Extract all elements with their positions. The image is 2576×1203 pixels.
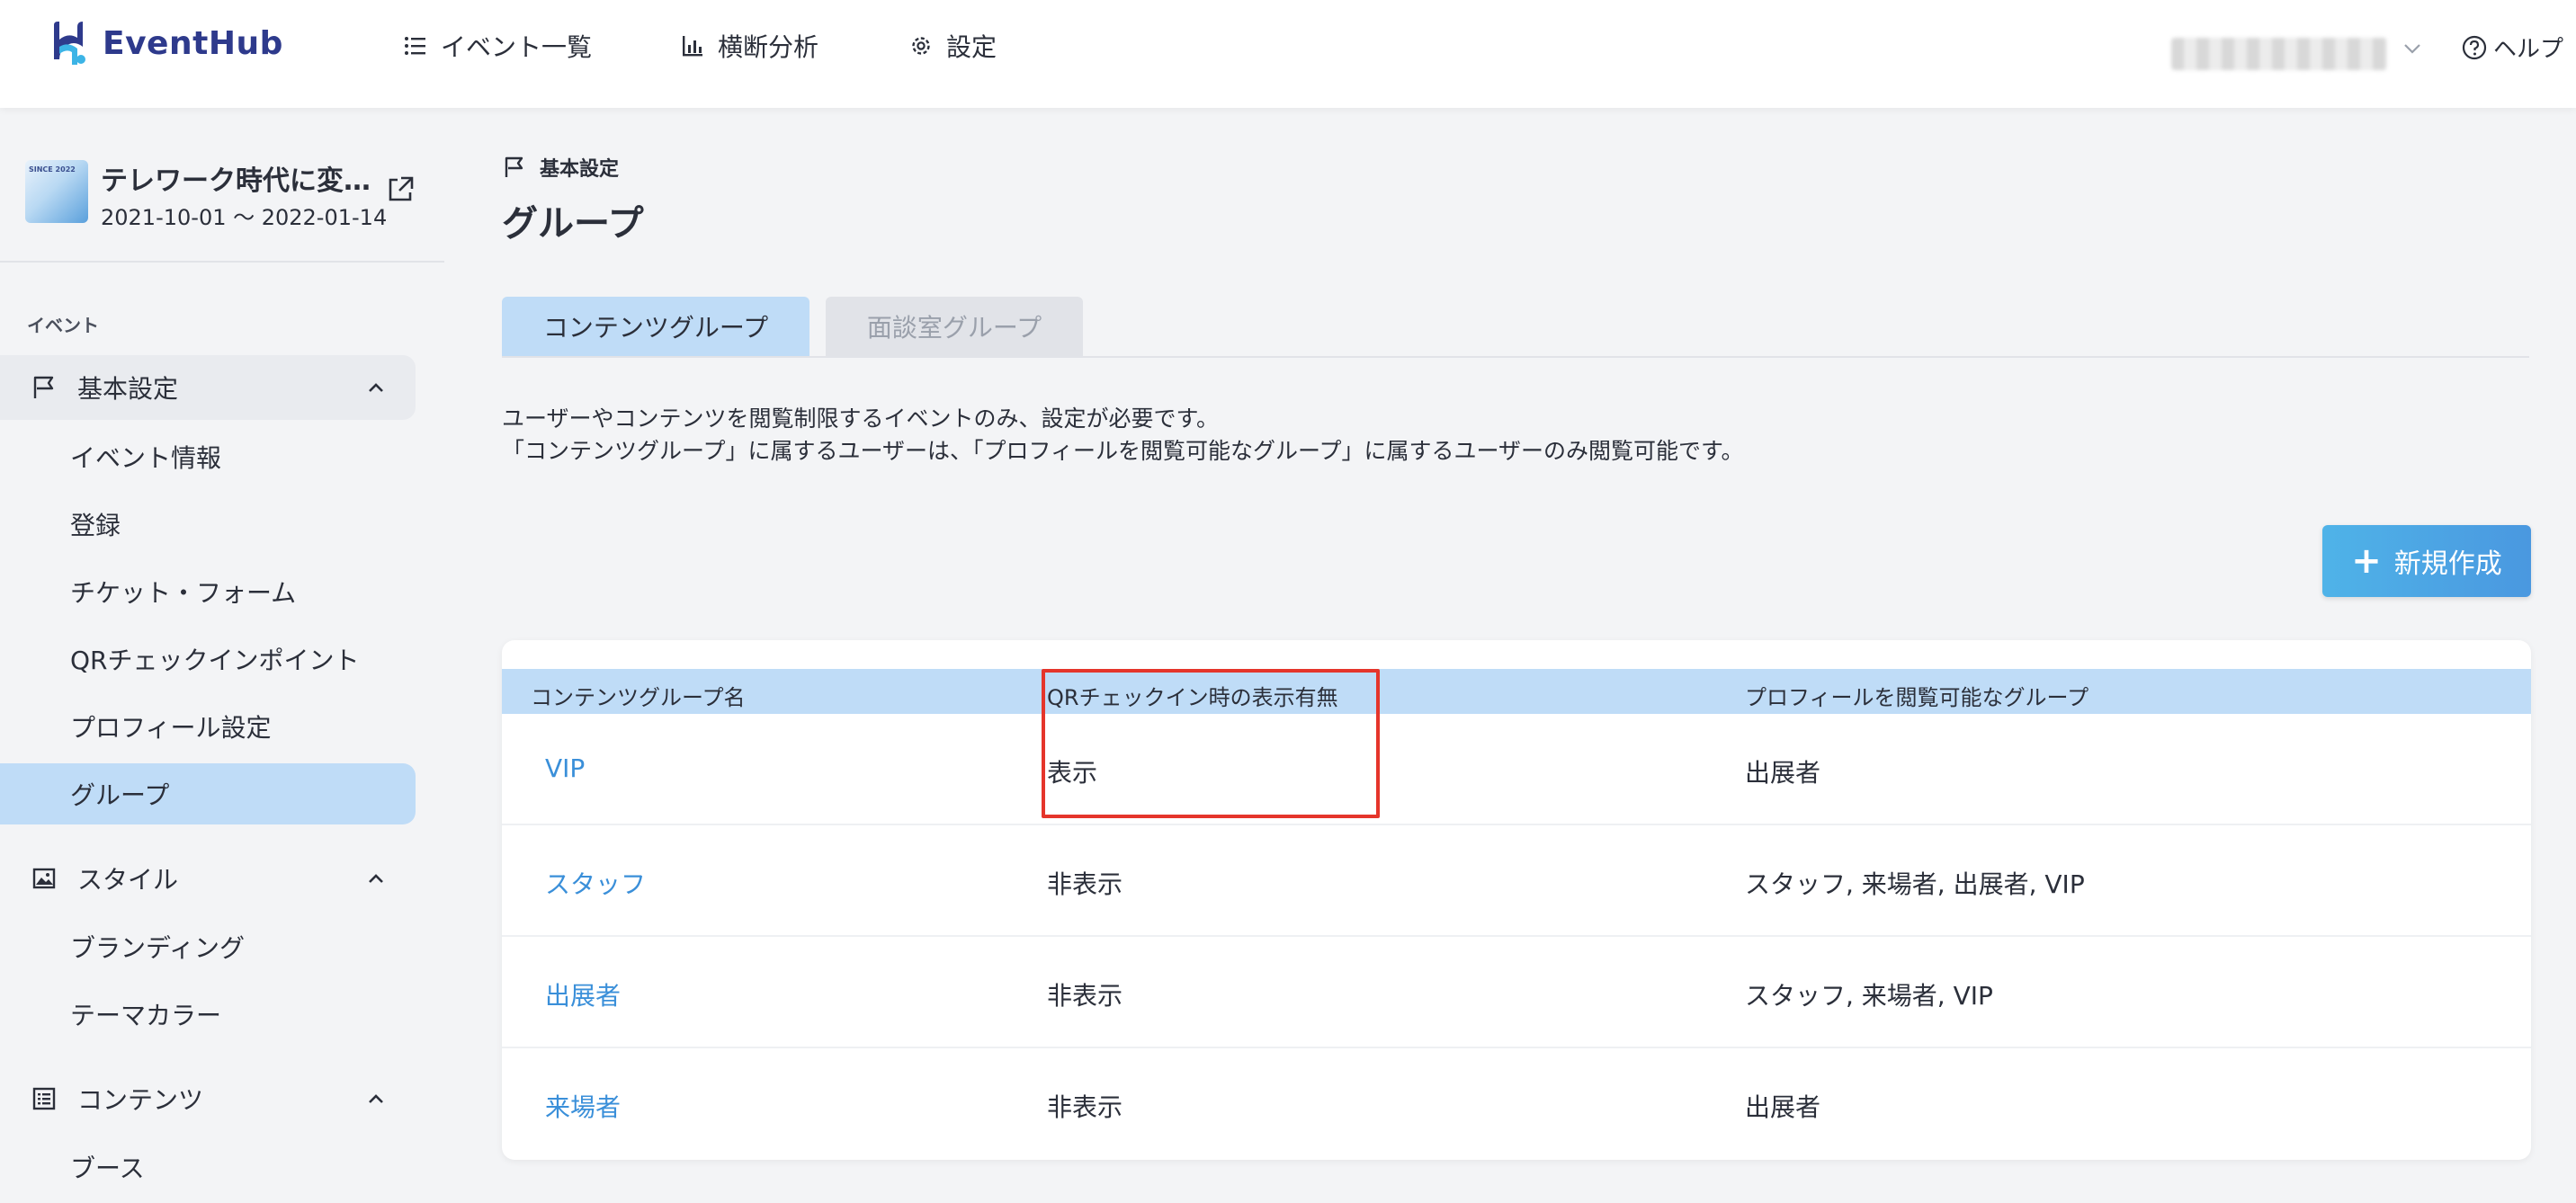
table-row: VIP 表示 出展者 [502,714,2531,825]
event-title: テレワーク時代に変… [101,165,371,197]
sidebar-item-label: 登録 [70,511,121,540]
chevron-up-icon[interactable] [363,1086,389,1111]
breadcrumb-label[interactable]: 基本設定 [540,153,619,182]
table-row: スタッフ 非表示 スタッフ, 来場者, 出展者, VIP [502,825,2531,937]
sidebar-item-label: ブランディング [70,933,246,963]
sidebar-group-label: コンテンツ [77,1085,204,1115]
nav-label: イベント一覧 [441,32,593,62]
flag-icon [505,156,523,177]
table-header: コンテンツグループ名 QRチェックイン時の表示有無 プロフィールを閲覧可能なグル… [502,669,2531,714]
main-content: 基本設定 グループ コンテンツグループ 面談室グループ ユーザーやコンテンツを閲… [444,108,2576,1203]
sidebar-item-label: QRチェックインポイント [70,646,360,675]
chevron-down-icon[interactable] [2400,36,2425,61]
sidebar-item-profile-settings[interactable]: プロフィール設定 [0,696,416,757]
external-link-icon[interactable] [385,174,416,205]
sidebar-item-booth[interactable]: ブース [0,1136,416,1198]
viewable-groups-value: スタッフ, 来場者, 出展者, VIP [1745,869,2085,899]
sidebar-item-label: プロフィール設定 [70,713,272,743]
bar-chart-icon [683,36,702,57]
list-icon [405,37,425,55]
sidebar-item-label: イベント情報 [70,443,222,473]
logo-text: EventHub [103,24,283,62]
qr-display-value: 非表示 [1047,1092,1123,1122]
help-link[interactable]: ヘルプ [2461,31,2563,64]
nav-settings[interactable]: 設定 [908,27,997,65]
sidebar-divider [0,261,444,263]
viewable-groups-value: スタッフ, 来場者, VIP [1745,981,1993,1011]
help-circle-icon [2462,35,2487,59]
sidebar-item-label: グループ [70,780,170,810]
sidebar-group-style[interactable]: スタイル [0,846,416,911]
document-list-icon [32,1087,56,1110]
sidebar-item-group[interactable]: グループ [0,763,416,824]
user-account-name[interactable] [2171,38,2387,70]
sidebar-group-basic-settings[interactable]: 基本設定 [0,355,416,420]
sidebar-item-registration[interactable]: 登録 [0,494,416,555]
viewable-groups-value: 出展者 [1745,1092,1821,1122]
column-header-group-name: コンテンツグループ名 [531,685,746,710]
sidebar-group-contents[interactable]: コンテンツ [0,1066,416,1131]
sidebar-item-label: チケット・フォーム [70,578,297,608]
create-new-button[interactable]: + 新規作成 [2322,525,2531,597]
sidebar-item-label: テーマカラー [70,1001,222,1030]
sidebar-item-ticket-form[interactable]: チケット・フォーム [0,561,416,622]
table-row: 来場者 非表示 出展者 [502,1048,2531,1160]
current-event-card: SINCE 2022 テレワーク時代に変… 2021-10-01 〜 2022-… [25,155,430,245]
event-dates: 2021-10-01 〜 2022-01-14 [101,205,388,230]
sidebar-item-branding[interactable]: ブランディング [0,916,416,977]
column-header-viewable-groups: プロフィールを閲覧可能なグループ [1745,685,2089,710]
create-new-label: 新規作成 [2393,548,2502,580]
nav-label: 横断分析 [718,32,819,62]
tab-content-group[interactable]: コンテンツグループ [502,297,809,356]
group-name-link[interactable]: 来場者 [545,1088,621,1124]
nav-label: 設定 [946,32,997,62]
page-title: グループ [502,203,644,245]
help-label: ヘルプ [2493,36,2564,63]
viewable-groups-value: 出展者 [1745,758,1821,788]
table-row: 出展者 非表示 スタッフ, 来場者, VIP [502,937,2531,1048]
eventhub-logo-icon [54,22,85,65]
qr-display-value: 非表示 [1047,869,1123,899]
description-line: 「コンテンツグループ」に属するユーザーは、「プロフィールを閲覧可能なグループ」に… [502,438,1744,464]
description-line: ユーザーやコンテンツを閲覧制限するイベントのみ、設定が必要です。 [502,405,1220,432]
chevron-up-icon[interactable] [363,375,389,400]
sidebar-group-label: スタイル [77,865,179,895]
group-name-link[interactable]: 出展者 [545,976,621,1012]
nav-event-list[interactable]: イベント一覧 [403,27,592,65]
flag-icon [33,376,54,398]
sidebar-item-event-info[interactable]: イベント情報 [0,426,416,487]
sidebar-item-theme-color[interactable]: テーマカラー [0,984,416,1045]
chevron-up-icon[interactable] [363,866,389,891]
sidebar-section-label: イベント [27,315,99,336]
nav-cross-analysis[interactable]: 横断分析 [680,27,818,65]
group-table: コンテンツグループ名 QRチェックイン時の表示有無 プロフィールを閲覧可能なグル… [502,640,2531,1160]
event-thumbnail: SINCE 2022 [25,160,88,223]
group-name-link[interactable]: スタッフ [545,865,646,901]
group-name-link[interactable]: VIP [545,753,585,783]
sidebar-item-label: ブース [70,1154,145,1183]
plus-icon: + [2351,540,2382,582]
gear-icon [912,37,930,55]
logo[interactable]: EventHub [47,20,283,67]
qr-display-value: 非表示 [1047,981,1123,1011]
top-header: EventHub イベント一覧 横断分析 設定 ヘルプ [0,0,2576,108]
annotation-highlight-box [1042,669,1380,818]
event-thumbnail-text: SINCE 2022 [29,165,76,174]
tab-bar: コンテンツグループ 面談室グループ [502,297,2529,358]
sidebar: SINCE 2022 テレワーク時代に変… 2021-10-01 〜 2022-… [0,108,444,1203]
sidebar-group-label: 基本設定 [77,374,179,404]
tab-meeting-room-group[interactable]: 面談室グループ [826,297,1083,356]
image-icon [32,868,56,889]
description: ユーザーやコンテンツを閲覧制限するイベントのみ、設定が必要です。 「コンテンツグ… [502,403,1744,468]
breadcrumb: 基本設定 [502,153,619,182]
sidebar-item-qr-checkin-point[interactable]: QRチェックインポイント [0,628,416,690]
